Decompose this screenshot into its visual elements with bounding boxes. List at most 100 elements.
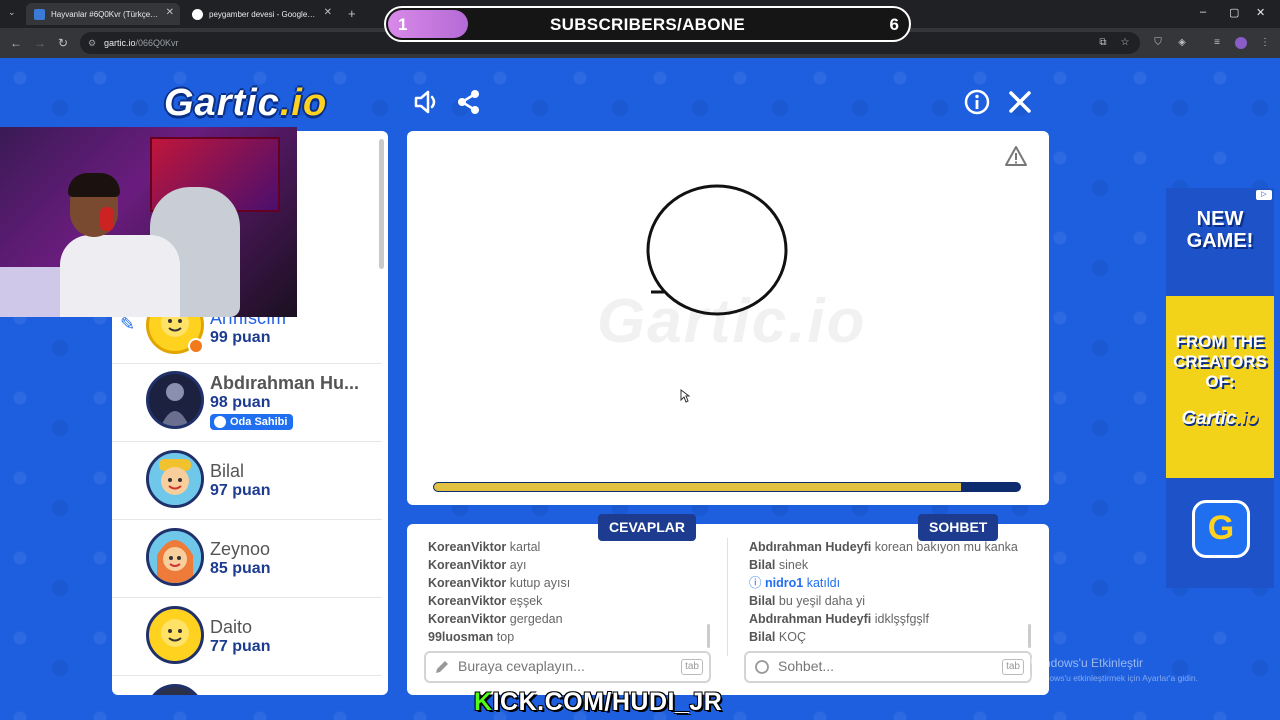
info-circle-icon: ⓘ bbox=[749, 576, 762, 590]
new-tab-button[interactable]: + bbox=[348, 6, 356, 21]
room-owner-badge: Oda Sahibi bbox=[210, 414, 294, 430]
answers-chat-panel: CEVAPLAR SOHBET KoreanViktor kartal Kore… bbox=[407, 514, 1049, 695]
logo-io: .io bbox=[279, 82, 328, 124]
tab-gartic[interactable]: Hayvanlar #6Q0Kvr (Türkçe) - G ✕ bbox=[26, 3, 180, 25]
player-score: 98 puan bbox=[210, 394, 271, 411]
ad-info-icon[interactable]: ▷ bbox=[1256, 190, 1272, 200]
webcam-overlay bbox=[0, 127, 297, 317]
close-game-icon[interactable] bbox=[1006, 88, 1034, 116]
ad-app-icon[interactable]: G bbox=[1192, 500, 1250, 558]
answer-line: 99luosman top bbox=[428, 630, 515, 644]
chat-line: Bilal bu yeşil daha yi bbox=[749, 594, 866, 608]
shield-extension-icon[interactable]: ⛉ bbox=[1152, 37, 1164, 49]
player-name: Zeynoo bbox=[210, 539, 271, 559]
back-icon[interactable]: ← bbox=[10, 36, 22, 50]
chat-input[interactable] bbox=[778, 658, 978, 674]
player-name: Abdırahman Hu... bbox=[210, 373, 360, 393]
player-row[interactable]: Daito 77 puan bbox=[112, 598, 382, 676]
windows-activation-hint: Windows'u etkinleştirmek için Ayarlar'a … bbox=[1030, 673, 1198, 683]
windows-activation-title: Windows'u Etkinleştir bbox=[1030, 656, 1143, 670]
chat-line: Abdırahman Hudeyfi idklşşfgşlf bbox=[749, 612, 929, 626]
profile-avatar-icon[interactable] bbox=[1235, 37, 1247, 49]
answers-tab-label: CEVAPLAR bbox=[598, 514, 696, 541]
pencil-drawing-icon: ✎ bbox=[120, 314, 136, 334]
drawing-strokes bbox=[646, 184, 788, 316]
install-app-icon[interactable]: ⧉ bbox=[1097, 37, 1109, 49]
player-row-partial[interactable] bbox=[112, 676, 382, 695]
ad-mid-panel bbox=[1166, 296, 1274, 496]
answers-list[interactable]: KoreanViktor kartal KoreanViktor ayı Kor… bbox=[428, 538, 718, 648]
logo-main: Gartic bbox=[164, 82, 280, 124]
close-tab-icon[interactable]: ✕ bbox=[324, 7, 332, 18]
reload-icon[interactable]: ↻ bbox=[58, 36, 68, 50]
subscriber-goal-overlay: 1 SUBSCRIBERS/ABONE 6 bbox=[384, 6, 911, 42]
gartic-logo[interactable]: Gartic.io bbox=[164, 82, 327, 125]
chat-list[interactable]: Abdırahman Hudeyfi korean bakıyon mu kan… bbox=[749, 538, 1031, 648]
sound-icon[interactable] bbox=[412, 88, 440, 116]
smile-icon bbox=[214, 416, 226, 428]
ad-headline: NEW GAME! bbox=[1186, 208, 1254, 252]
status-dot bbox=[188, 338, 204, 354]
player-list-scrollbar[interactable] bbox=[379, 139, 384, 269]
webcam-person bbox=[60, 173, 180, 317]
chat-tab-label: SOHBET bbox=[918, 514, 999, 541]
avatar bbox=[146, 606, 204, 664]
url-host: gartic.io bbox=[104, 38, 136, 48]
tab-title: peygamber devesi - Google Se bbox=[209, 9, 317, 19]
tab-title: Hayvanlar #6Q0Kvr (Türkçe) - G bbox=[51, 9, 159, 19]
player-row[interactable]: Abdırahman Hu... 98 puan Oda Sahibi bbox=[112, 364, 382, 442]
pencil-icon bbox=[436, 661, 448, 673]
drawing-canvas[interactable]: Gartic.io bbox=[407, 131, 1049, 505]
gartic-favicon-icon bbox=[34, 8, 45, 20]
tab-google[interactable]: peygamber devesi - Google Se ✕ bbox=[184, 3, 338, 25]
avatar bbox=[146, 684, 204, 695]
answer-input[interactable] bbox=[458, 658, 658, 674]
panel-divider bbox=[727, 538, 728, 656]
share-icon[interactable] bbox=[455, 88, 483, 116]
answer-line: KoreanViktor kartal bbox=[428, 540, 541, 554]
answer-line: KoreanViktor kutup ayısı bbox=[428, 576, 571, 590]
forward-icon[interactable]: → bbox=[34, 36, 46, 50]
avatar bbox=[146, 528, 204, 586]
ad-subline: FROM THE CREATORS OF: bbox=[1173, 332, 1267, 391]
answer-input-box[interactable]: tab bbox=[424, 651, 711, 683]
answer-line: KoreanViktor eşşek bbox=[428, 594, 543, 608]
site-info-icon[interactable]: ⚙ bbox=[88, 32, 96, 54]
avatar bbox=[146, 371, 204, 429]
player-score: 99 puan bbox=[210, 329, 271, 346]
player-name: Bilal bbox=[210, 461, 245, 481]
mouse-cursor-icon bbox=[680, 389, 690, 403]
room-owner-label: Oda Sahibi bbox=[230, 416, 288, 428]
chat-line: Bilal sinek bbox=[749, 558, 809, 572]
player-score: 97 puan bbox=[210, 482, 271, 499]
player-score: 77 puan bbox=[210, 638, 271, 655]
chat-scrollbar[interactable] bbox=[1028, 624, 1031, 648]
close-tab-icon[interactable]: ✕ bbox=[166, 7, 174, 18]
tab-search-icon[interactable]: ⌄ bbox=[8, 7, 16, 18]
menu-dots-icon[interactable]: ⋮ bbox=[1259, 37, 1271, 49]
maximize-icon[interactable]: ▢ bbox=[1229, 6, 1239, 19]
chat-input-box[interactable]: tab bbox=[744, 651, 1032, 683]
minimize-icon[interactable]: – bbox=[1200, 6, 1206, 18]
ad-banner[interactable]: ▷ NEW GAME! FROM THE CREATORS OF: Gartic… bbox=[1166, 188, 1274, 588]
round-timer-fill bbox=[434, 483, 962, 491]
subscriber-title: SUBSCRIBERS/ABONE bbox=[550, 15, 745, 34]
info-icon[interactable] bbox=[963, 88, 991, 116]
extensions-puzzle-icon[interactable]: ◈ bbox=[1176, 37, 1188, 49]
player-score: 85 puan bbox=[210, 560, 271, 577]
player-name: Daito bbox=[210, 617, 253, 637]
player-row[interactable]: Bilal 97 puan bbox=[112, 442, 382, 520]
media-control-icon[interactable]: ≡ bbox=[1211, 37, 1223, 49]
chat-line: Bilal KOÇ bbox=[749, 630, 806, 644]
chat-system-line: ⓘ nidro1 katıldı bbox=[749, 576, 841, 590]
bookmark-star-icon[interactable]: ☆ bbox=[1119, 37, 1131, 49]
close-window-icon[interactable]: ✕ bbox=[1256, 6, 1265, 19]
subscriber-goal: 6 bbox=[889, 15, 899, 34]
report-warning-icon[interactable] bbox=[1004, 145, 1028, 167]
answer-line: KoreanViktor gergedan bbox=[428, 612, 563, 626]
answers-scrollbar[interactable] bbox=[707, 624, 710, 648]
tab-hint: tab bbox=[1002, 659, 1024, 675]
chat-bubble-icon bbox=[755, 660, 769, 674]
tab-hint: tab bbox=[681, 659, 703, 675]
player-row[interactable]: Zeynoo 85 puan bbox=[112, 520, 382, 598]
